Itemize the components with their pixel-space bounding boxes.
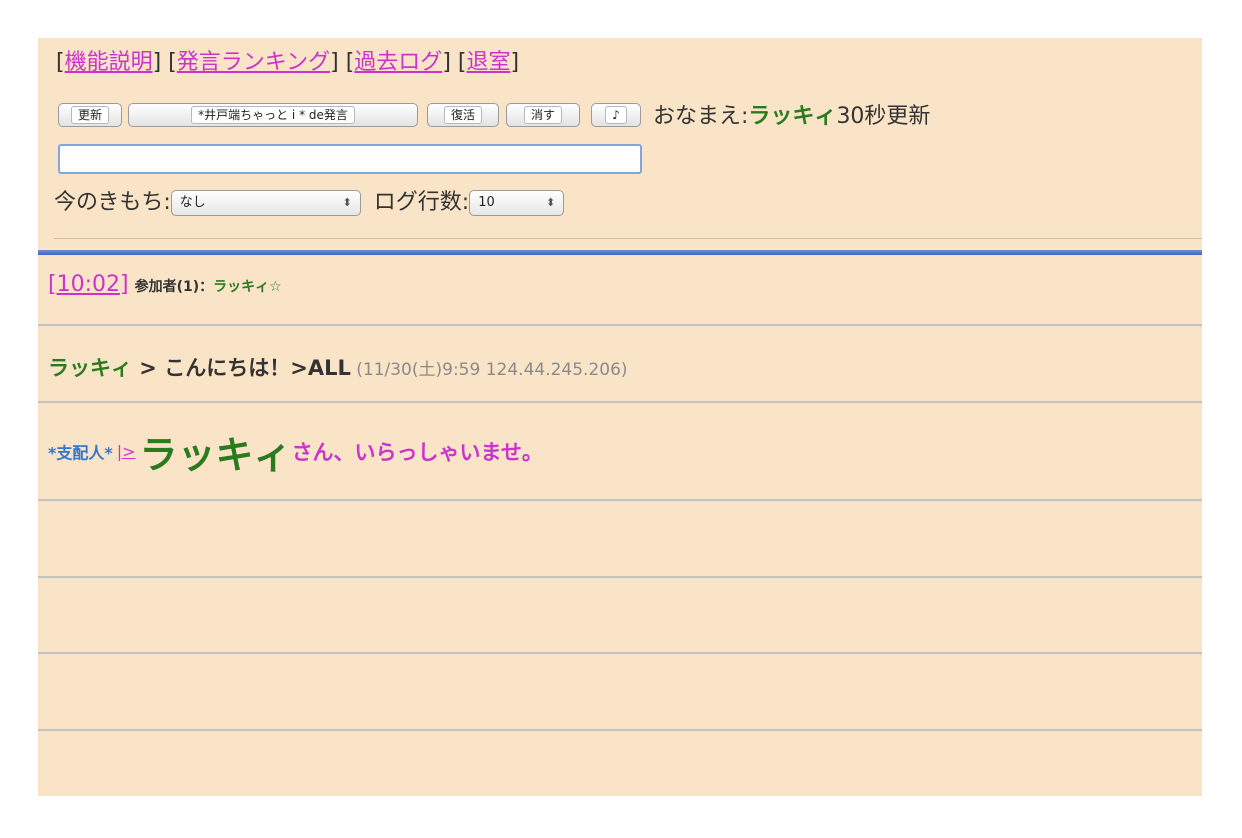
post-button-label: *井戸端ちゃっと i * de発言 <box>191 106 355 124</box>
log-divider <box>38 499 1202 502</box>
restore-button[interactable]: 復活 <box>427 103 499 127</box>
mood-row: 今のきもち: なし ⬍ ログ行数: 10 ⬍ <box>54 188 565 218</box>
post-button[interactable]: *井戸端ちゃっと i * de発言 <box>128 103 418 127</box>
refresh-button[interactable]: 更新 <box>58 103 122 127</box>
log-lines-selected: 10 <box>478 195 495 210</box>
header-separator <box>54 238 1202 239</box>
log-divider <box>38 652 1202 655</box>
participants-row: [10:02] 参加者(1)：ラッキィ☆ <box>48 272 282 297</box>
log-lines-select[interactable]: 10 ⬍ <box>469 190 565 216</box>
select-arrow-icon: ⬍ <box>342 196 352 209</box>
link-past-logs[interactable]: 過去ログ <box>354 50 442 75</box>
message-separator: > <box>132 356 165 380</box>
restore-button-label: 復活 <box>443 106 482 124</box>
log-lines-label: ログ行数: <box>373 190 470 215</box>
link-ranking[interactable]: 発言ランキング <box>177 50 330 75</box>
mood-selected: なし <box>179 195 206 210</box>
name-value: ラッキィ <box>748 104 837 129</box>
sound-button[interactable]: ♪ <box>591 103 641 127</box>
mood-label: 今のきもち: <box>54 190 171 215</box>
welcome-user: ラッキィ <box>139 433 292 477</box>
music-note-icon: ♪ <box>605 106 627 124</box>
time-link[interactable]: [10:02] <box>48 272 129 297</box>
reply-link[interactable]: |> <box>117 442 136 461</box>
message-text: こんにちは！>ALL <box>164 356 351 380</box>
message-input[interactable] <box>58 144 642 174</box>
log-divider <box>38 729 1202 732</box>
clear-button[interactable]: 消す <box>506 103 580 127</box>
log-divider <box>38 401 1202 404</box>
link-leave[interactable]: 退室 <box>466 50 510 75</box>
participants-label: 参加者(1)： <box>134 279 214 295</box>
log-divider <box>38 576 1202 579</box>
log-divider <box>38 324 1202 327</box>
blue-divider <box>38 250 1202 255</box>
chat-header: [機能説明] [発言ランキング] [過去ログ] [退室] 更新 *井戸端ちゃっと… <box>38 38 1202 252</box>
clear-button-label: 消す <box>523 106 562 124</box>
admin-label: *支配人* <box>48 443 113 463</box>
link-help[interactable]: 機能説明 <box>65 50 153 75</box>
message-user: ラッキィ <box>48 356 132 380</box>
name-label: おなまえ: <box>653 104 749 129</box>
message-meta: (11/30(土)9:59 124.44.245.206) <box>350 360 628 380</box>
chat-message: ラッキィ > こんにちは！>ALL (11/30(土)9:59 124.44.2… <box>48 352 628 382</box>
participants-names: ラッキィ☆ <box>213 279 282 295</box>
top-nav: [機能説明] [発言ランキング] [過去ログ] [退室] <box>56 50 520 75</box>
admin-message: *支配人* |> ラッキィさん、いらっしゃいませ。 <box>48 424 543 477</box>
welcome-text: さん、いらっしゃいませ。 <box>291 440 543 465</box>
select-arrow-icon: ⬍ <box>545 196 556 209</box>
chat-frame: [機能説明] [発言ランキング] [過去ログ] [退室] 更新 *井戸端ちゃっと… <box>38 38 1202 796</box>
refresh-button-label: 更新 <box>70 106 109 124</box>
refresh-interval: 30秒更新 <box>836 104 931 129</box>
name-area: おなまえ:ラッキィ30秒更新 <box>653 103 930 131</box>
mood-select[interactable]: なし ⬍ <box>170 190 361 216</box>
